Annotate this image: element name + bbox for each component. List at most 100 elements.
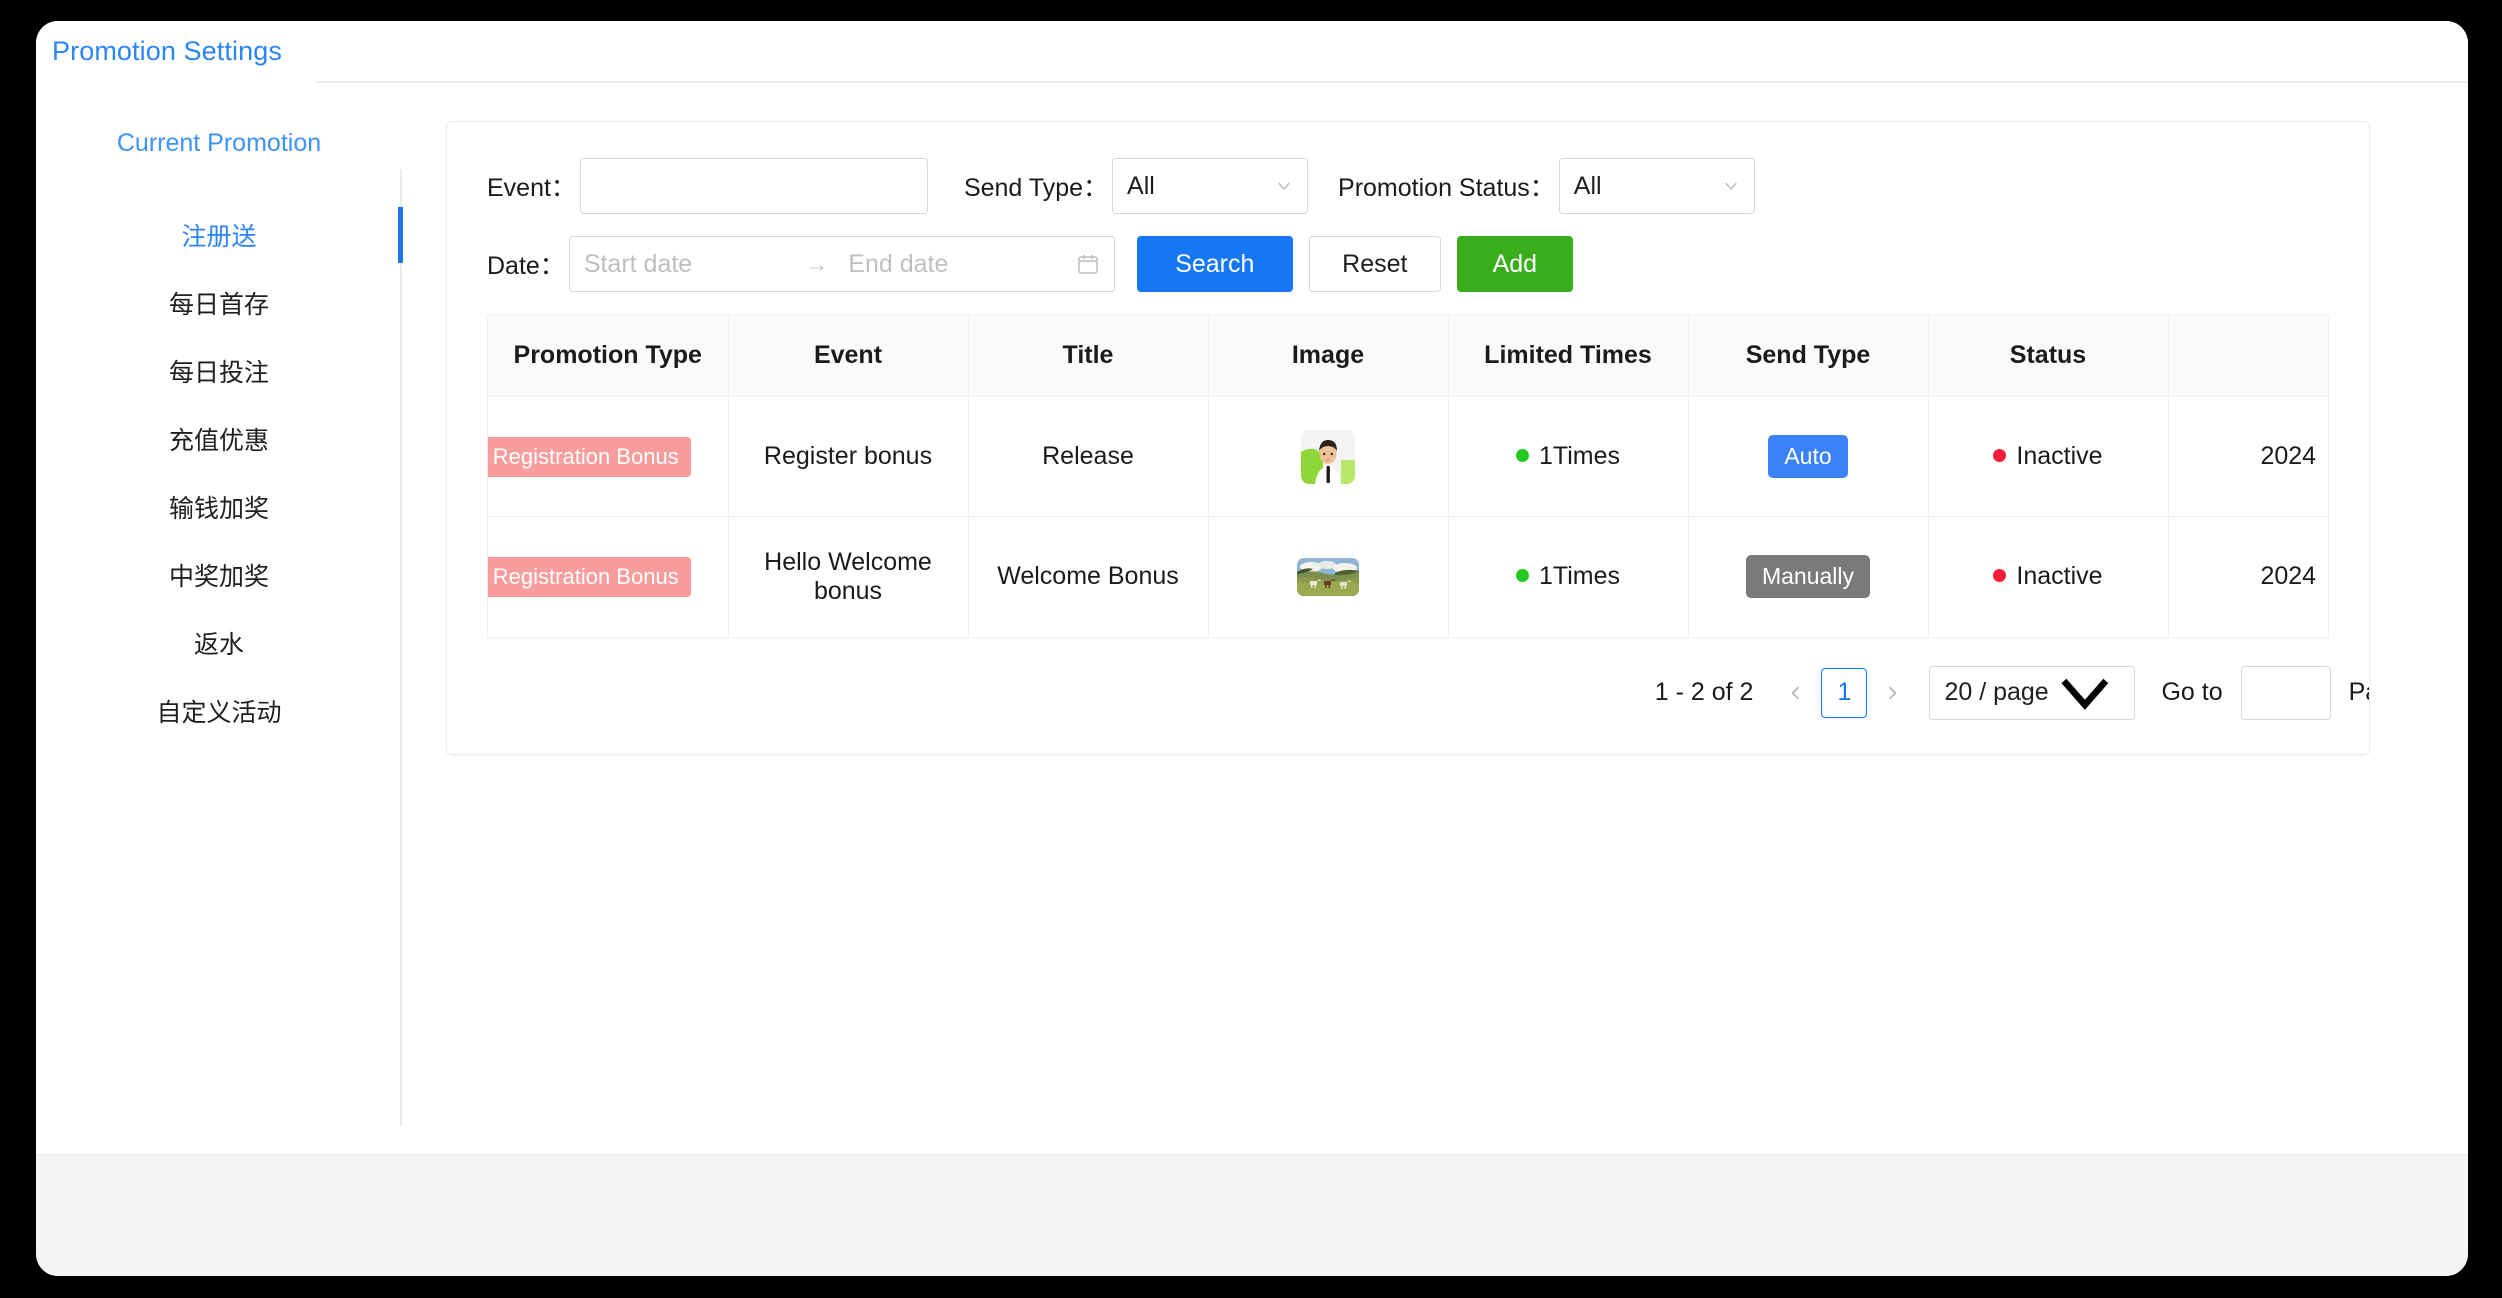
horses-field-thumbnail[interactable]	[1297, 557, 1359, 596]
end-date-input[interactable]: End date	[830, 250, 1068, 279]
chevron-right-icon[interactable]	[1875, 673, 1909, 713]
sidebar-heading: Current Promotion	[116, 128, 322, 157]
chevron-left-icon[interactable]	[1779, 673, 1813, 713]
limited-times-value: 1Times	[1538, 442, 1621, 470]
page-size-select[interactable]: 20 / page	[1929, 665, 2136, 720]
filter-row-primary: Event： Send Type： All Promotion Status： …	[487, 158, 2329, 214]
cell-limited-times: 1Times	[1448, 396, 1689, 517]
cell-date: 2024	[2168, 396, 2328, 517]
sidebar-item-zidingyihuodong[interactable]: 自定义活动	[36, 677, 402, 745]
sidebar-item-label: 注册送	[181, 223, 257, 251]
tab-promotion-settings[interactable]: Promotion Settings	[36, 21, 316, 83]
table-header: Promotion Type Event Title Image Limited…	[488, 315, 2328, 397]
chevron-down-icon	[1722, 177, 1740, 195]
status-dot-icon	[1515, 569, 1529, 583]
promotions-table: Promotion Type Event Title Image Limited…	[488, 315, 2328, 637]
cell-title: Welcome Bonus	[968, 516, 1209, 637]
sidebar-item-meiritouzhu[interactable]: 每日投注	[36, 337, 402, 405]
page-label: Page	[2348, 678, 2369, 706]
sidebar-item-fanshui[interactable]: 返水	[36, 609, 402, 677]
table-row[interactable]: Registration Bonus Hello Welcome bonus W…	[488, 516, 2328, 637]
event-label: Event：	[487, 174, 576, 202]
date-range-picker[interactable]: Start date → End date	[568, 236, 1115, 292]
filter-row-date: Date： Start date → End date Search Reset…	[487, 236, 2329, 292]
column-header-date	[2168, 315, 2328, 397]
sidebar-item-zhucesong[interactable]: 注册送	[36, 201, 403, 269]
filter-send-type: Send Type： All	[963, 158, 1309, 214]
cell-send-type: Auto	[1688, 396, 1929, 517]
cell-event: Register bonus	[728, 396, 969, 517]
event-input[interactable]	[579, 158, 928, 214]
pagination-page-1[interactable]: 1	[1821, 667, 1868, 718]
sidebar-item-label: 中奖加奖	[168, 563, 269, 591]
app-window: Promotion Settings Current Promotion 注册送…	[36, 21, 2468, 1276]
column-header-limited-times: Limited Times	[1448, 315, 1689, 397]
table-row[interactable]: Registration Bonus Register bonus Releas…	[488, 396, 2328, 517]
limited-times-value: 1Times	[1538, 562, 1621, 591]
sidebar-item-chongzhiyouhui[interactable]: 充值优惠	[36, 405, 402, 473]
sidebar-item-shuqianjiajiang[interactable]: 输钱加奖	[36, 473, 402, 541]
calendar-icon	[1076, 252, 1100, 276]
cell-event: Hello Welcome bonus	[728, 516, 969, 637]
column-header-send-type: Send Type	[1688, 315, 1929, 397]
sidebar-item-label: 充值优惠	[168, 427, 269, 455]
cell-status: Inactive	[1928, 516, 2169, 637]
status-dot-icon	[1993, 448, 2007, 462]
sidebar-item-meirishoucun[interactable]: 每日首存	[36, 269, 402, 337]
send-type-badge: Manually	[1745, 555, 1871, 599]
cell-status: Inactive	[1928, 396, 2169, 517]
promotion-status-select[interactable]: All	[1558, 158, 1755, 214]
table-header-row: Promotion Type Event Title Image Limited…	[488, 315, 2328, 397]
content-area: Event： Send Type： All Promotion Status： …	[402, 83, 2468, 1154]
send-type-badge: Auto	[1768, 435, 1848, 478]
column-header-promotion-type: Promotion Type	[488, 315, 729, 397]
cell-promotion-type: Registration Bonus	[488, 516, 729, 637]
chevron-down-icon	[1275, 177, 1293, 195]
column-header-image: Image	[1208, 315, 1449, 397]
page-size-value: 20 / page	[1944, 678, 2049, 706]
promotion-type-tag: Registration Bonus	[488, 436, 691, 477]
column-header-status: Status	[1928, 315, 2169, 397]
send-type-select[interactable]: All	[1112, 158, 1309, 214]
sidebar-item-zhongjiangjiajiang[interactable]: 中奖加奖	[36, 541, 402, 609]
send-type-label: Send Type：	[963, 174, 1109, 202]
pagination: 1 - 2 of 2 1 20 / page Go to P	[487, 638, 2369, 720]
chevron-down-icon	[2049, 657, 2121, 729]
cell-promotion-type: Registration Bonus	[488, 396, 729, 517]
page-title: Promotion Settings	[52, 35, 282, 66]
sidebar-item-label: 每日投注	[168, 359, 269, 387]
goto-label: Go to	[2161, 678, 2223, 706]
cell-date: 2024	[2260, 562, 2317, 591]
app-body: Current Promotion 注册送 每日首存 每日投注 充值优惠 输钱加…	[36, 83, 2468, 1154]
pagination-total: 1 - 2 of 2	[1654, 678, 1754, 706]
promotion-status-label: Promotion Status：	[1338, 174, 1555, 202]
status-dot-icon	[1993, 569, 2007, 583]
header-tab-bar: Promotion Settings	[36, 21, 2468, 83]
cell-limited-times: 1Times	[1448, 516, 1689, 637]
filter-promotion-status: Promotion Status： All	[1338, 158, 1755, 214]
date-range-arrow-icon: →	[805, 250, 829, 277]
column-header-title: Title	[968, 315, 1209, 397]
sidebar-active-indicator	[398, 207, 403, 263]
sidebar-item-label: 每日首存	[168, 291, 269, 319]
sidebar: Current Promotion 注册送 每日首存 每日投注 充值优惠 输钱加…	[36, 83, 403, 1154]
add-button[interactable]: Add	[1456, 236, 1573, 292]
cell-image	[1208, 516, 1449, 637]
portrait-man-thumbnail[interactable]	[1301, 429, 1355, 484]
sidebar-item-label: 输钱加奖	[168, 495, 269, 523]
start-date-input[interactable]: Start date	[584, 250, 804, 279]
promotions-table-wrapper: Promotion Type Event Title Image Limited…	[487, 314, 2329, 638]
cell-image	[1208, 396, 1449, 517]
cell-send-type: Manually	[1688, 516, 1929, 637]
window-footer	[36, 1154, 2468, 1276]
promotion-status-value: All	[1573, 171, 1602, 200]
search-button[interactable]: Search	[1136, 236, 1293, 292]
sidebar-item-label: 返水	[193, 631, 244, 659]
send-type-value: All	[1127, 171, 1155, 200]
filter-event: Event：	[487, 158, 928, 214]
cell-title: Release	[968, 396, 1209, 517]
goto-page-input[interactable]	[2240, 665, 2331, 720]
reset-button[interactable]: Reset	[1308, 236, 1441, 292]
promotion-type-tag: Registration Bonus	[488, 556, 691, 597]
